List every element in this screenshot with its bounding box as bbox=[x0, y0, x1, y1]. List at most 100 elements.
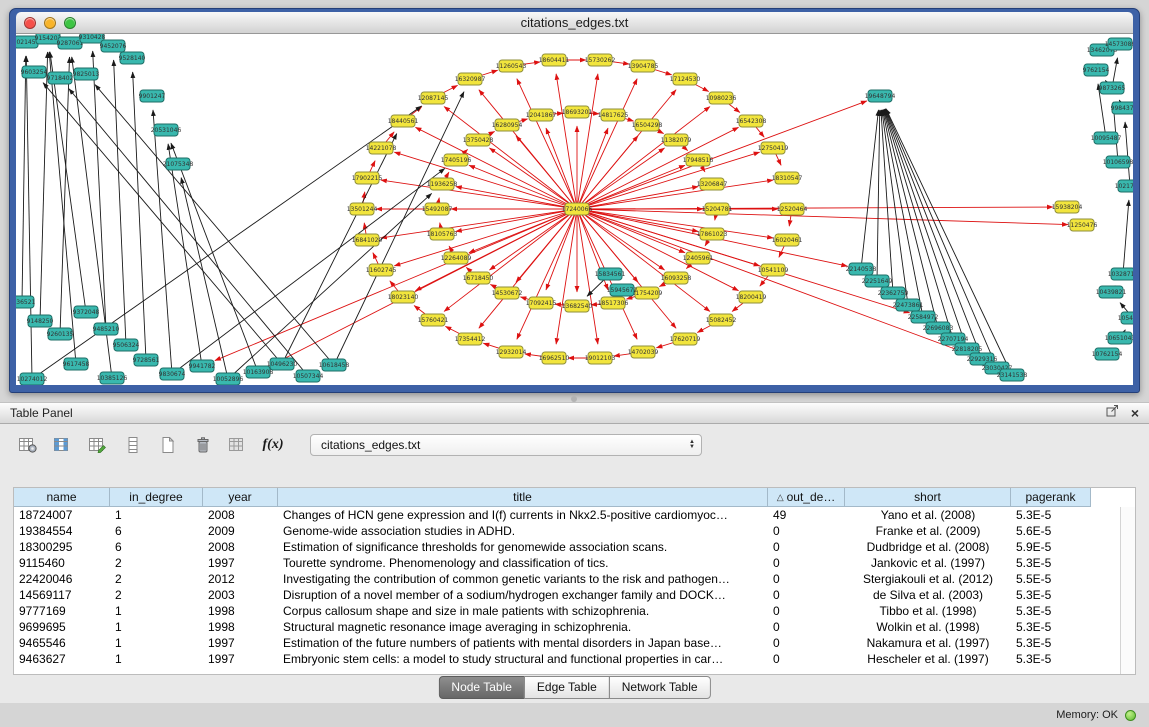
graph-edge[interactable] bbox=[394, 209, 577, 266]
graph-node[interactable]: 9762154 bbox=[1083, 64, 1110, 76]
graph-node[interactable]: 10541109 bbox=[758, 264, 789, 276]
graph-node[interactable]: 16280954 bbox=[492, 119, 523, 131]
graph-node[interactable]: 9036521 bbox=[16, 296, 36, 308]
graph-edge[interactable] bbox=[171, 143, 258, 372]
graph-node[interactable]: 13904785 bbox=[628, 60, 659, 72]
graph-node[interactable]: 10651043 bbox=[1105, 332, 1133, 344]
graph-node[interactable]: 22473861 bbox=[893, 299, 924, 311]
table-row[interactable]: 946554611997Estimation of the future num… bbox=[14, 635, 1135, 651]
graph-node[interactable]: 17354412 bbox=[455, 333, 486, 345]
graph-node[interactable]: 18023140 bbox=[388, 291, 419, 303]
graph-node[interactable]: 21075348 bbox=[163, 158, 194, 170]
graph-edge[interactable] bbox=[877, 110, 880, 281]
graph-edge[interactable] bbox=[270, 209, 577, 366]
graph-node[interactable]: 9260135 bbox=[47, 328, 74, 340]
network-canvas[interactable]: 1724006612520464160204611054110918200419… bbox=[16, 34, 1133, 385]
graph-node[interactable]: 17861023 bbox=[697, 228, 728, 240]
graph-node[interactable]: 9452076 bbox=[100, 40, 127, 52]
delete-table-icon[interactable] bbox=[189, 432, 217, 458]
graph-node[interactable]: 15492087 bbox=[422, 203, 453, 215]
graph-node[interactable]: 18604411 bbox=[539, 54, 570, 66]
table-row[interactable]: 969969511998Structural magnetic resonanc… bbox=[14, 619, 1135, 635]
graph-node[interactable]: 13206847 bbox=[697, 178, 728, 190]
graph-node[interactable]: 19012103 bbox=[585, 352, 616, 364]
graph-node[interactable]: 9603254 bbox=[21, 66, 48, 78]
graph-node[interactable]: 9830674 bbox=[159, 368, 186, 380]
graph-node[interactable]: 22584972 bbox=[908, 311, 939, 323]
graph-node[interactable]: 15945672 bbox=[607, 284, 638, 296]
graph-node[interactable]: 10540932 bbox=[1118, 312, 1133, 324]
graph-node[interactable]: 20531046 bbox=[151, 124, 182, 136]
graph-node[interactable]: 17902215 bbox=[352, 172, 383, 184]
table-edit-icon[interactable] bbox=[84, 432, 112, 458]
table-row[interactable]: 1830029562008Estimation of significance … bbox=[14, 539, 1135, 555]
graph-edge[interactable] bbox=[577, 207, 1053, 209]
graph-node[interactable]: 9718402 bbox=[47, 72, 74, 84]
new-table-icon[interactable] bbox=[154, 432, 182, 458]
graph-node[interactable]: 10980236 bbox=[706, 92, 737, 104]
graph-node[interactable]: 15730262 bbox=[585, 54, 616, 66]
function-builder-icon[interactable]: f(x) bbox=[259, 432, 287, 458]
graph-edge[interactable] bbox=[861, 110, 878, 269]
graph-node[interactable]: 11250476 bbox=[1067, 219, 1098, 231]
graph-node[interactable]: 19648794 bbox=[865, 90, 896, 102]
graph-node[interactable]: 18517306 bbox=[598, 297, 629, 309]
graph-edge[interactable] bbox=[133, 72, 146, 360]
tab-node-table[interactable]: Node Table bbox=[438, 676, 525, 699]
table-columns-icon[interactable] bbox=[49, 432, 77, 458]
column-header-out_de[interactable]: △out_de… bbox=[768, 488, 845, 507]
graph-edge[interactable] bbox=[40, 52, 48, 321]
memory-indicator[interactable] bbox=[1125, 710, 1136, 721]
graph-edge[interactable] bbox=[577, 209, 969, 354]
graph-node[interactable]: 9148250 bbox=[27, 315, 54, 327]
graph-node[interactable]: 22696083 bbox=[923, 322, 954, 334]
graph-node[interactable]: 10328710 bbox=[1108, 268, 1133, 280]
graph-node[interactable]: 22140538 bbox=[846, 263, 877, 275]
graph-node[interactable]: 15834561 bbox=[595, 268, 626, 280]
graph-node[interactable]: 16020461 bbox=[772, 234, 803, 246]
graph-node[interactable]: 10496230 bbox=[267, 358, 298, 370]
graph-node[interactable]: 11602745 bbox=[366, 264, 397, 276]
float-panel-icon[interactable] bbox=[1106, 404, 1119, 422]
graph-node[interactable]: 10385126 bbox=[97, 372, 128, 384]
graph-node[interactable]: 9506324 bbox=[113, 339, 140, 351]
tab-edge-table[interactable]: Edge Table bbox=[524, 676, 610, 699]
graph-edge[interactable] bbox=[26, 56, 32, 379]
graph-edge[interactable] bbox=[1125, 122, 1130, 186]
graph-node[interactable]: 10217609 bbox=[1115, 180, 1133, 192]
graph-edge[interactable] bbox=[93, 51, 106, 329]
graph-edge[interactable] bbox=[577, 152, 760, 209]
table-select-dropdown[interactable]: citations_edges.txt ▲▼ bbox=[310, 434, 702, 456]
network-window-titlebar[interactable]: citations_edges.txt bbox=[16, 12, 1133, 34]
graph-edge[interactable] bbox=[517, 79, 577, 209]
graph-node[interactable]: 14530672 bbox=[492, 287, 523, 299]
graph-edge[interactable] bbox=[556, 74, 577, 209]
column-header-short[interactable]: short bbox=[845, 488, 1011, 507]
graph-node[interactable]: 16841020 bbox=[352, 234, 383, 246]
graph-edge[interactable] bbox=[228, 193, 432, 379]
graph-node[interactable]: 18200419 bbox=[736, 291, 767, 303]
graph-node[interactable]: 10095487 bbox=[1091, 132, 1122, 144]
graph-node[interactable]: 9825013 bbox=[73, 68, 100, 80]
column-header-year[interactable]: year bbox=[203, 488, 278, 507]
graph-node[interactable]: 17405196 bbox=[441, 154, 472, 166]
graph-node[interactable]: 16962510 bbox=[539, 352, 570, 364]
close-button[interactable] bbox=[24, 17, 36, 29]
graph-node[interactable]: 9485210 bbox=[93, 323, 120, 335]
graph-node[interactable]: 14702039 bbox=[628, 346, 659, 358]
graph-node[interactable]: 9873265 bbox=[1099, 82, 1126, 94]
graph-node[interactable]: 22362750 bbox=[878, 287, 909, 299]
graph-node[interactable]: 9901247 bbox=[139, 90, 166, 102]
graph-node[interactable]: 11936258 bbox=[427, 178, 458, 190]
graph-node[interactable]: 17620719 bbox=[670, 333, 701, 345]
graph-edge[interactable] bbox=[881, 110, 893, 293]
minimize-button[interactable] bbox=[44, 17, 56, 29]
graph-node[interactable]: 14573086 bbox=[1105, 38, 1133, 50]
graph-node[interactable]: 10762154 bbox=[1092, 348, 1123, 360]
graph-node[interactable]: 10618458 bbox=[319, 359, 350, 371]
graph-node[interactable]: 10106598 bbox=[1103, 156, 1133, 168]
graph-edge[interactable] bbox=[22, 56, 26, 302]
graph-node[interactable]: 18693201 bbox=[562, 106, 593, 118]
graph-node[interactable]: 15082452 bbox=[706, 314, 737, 326]
graph-node[interactable]: 22251649 bbox=[862, 275, 893, 287]
